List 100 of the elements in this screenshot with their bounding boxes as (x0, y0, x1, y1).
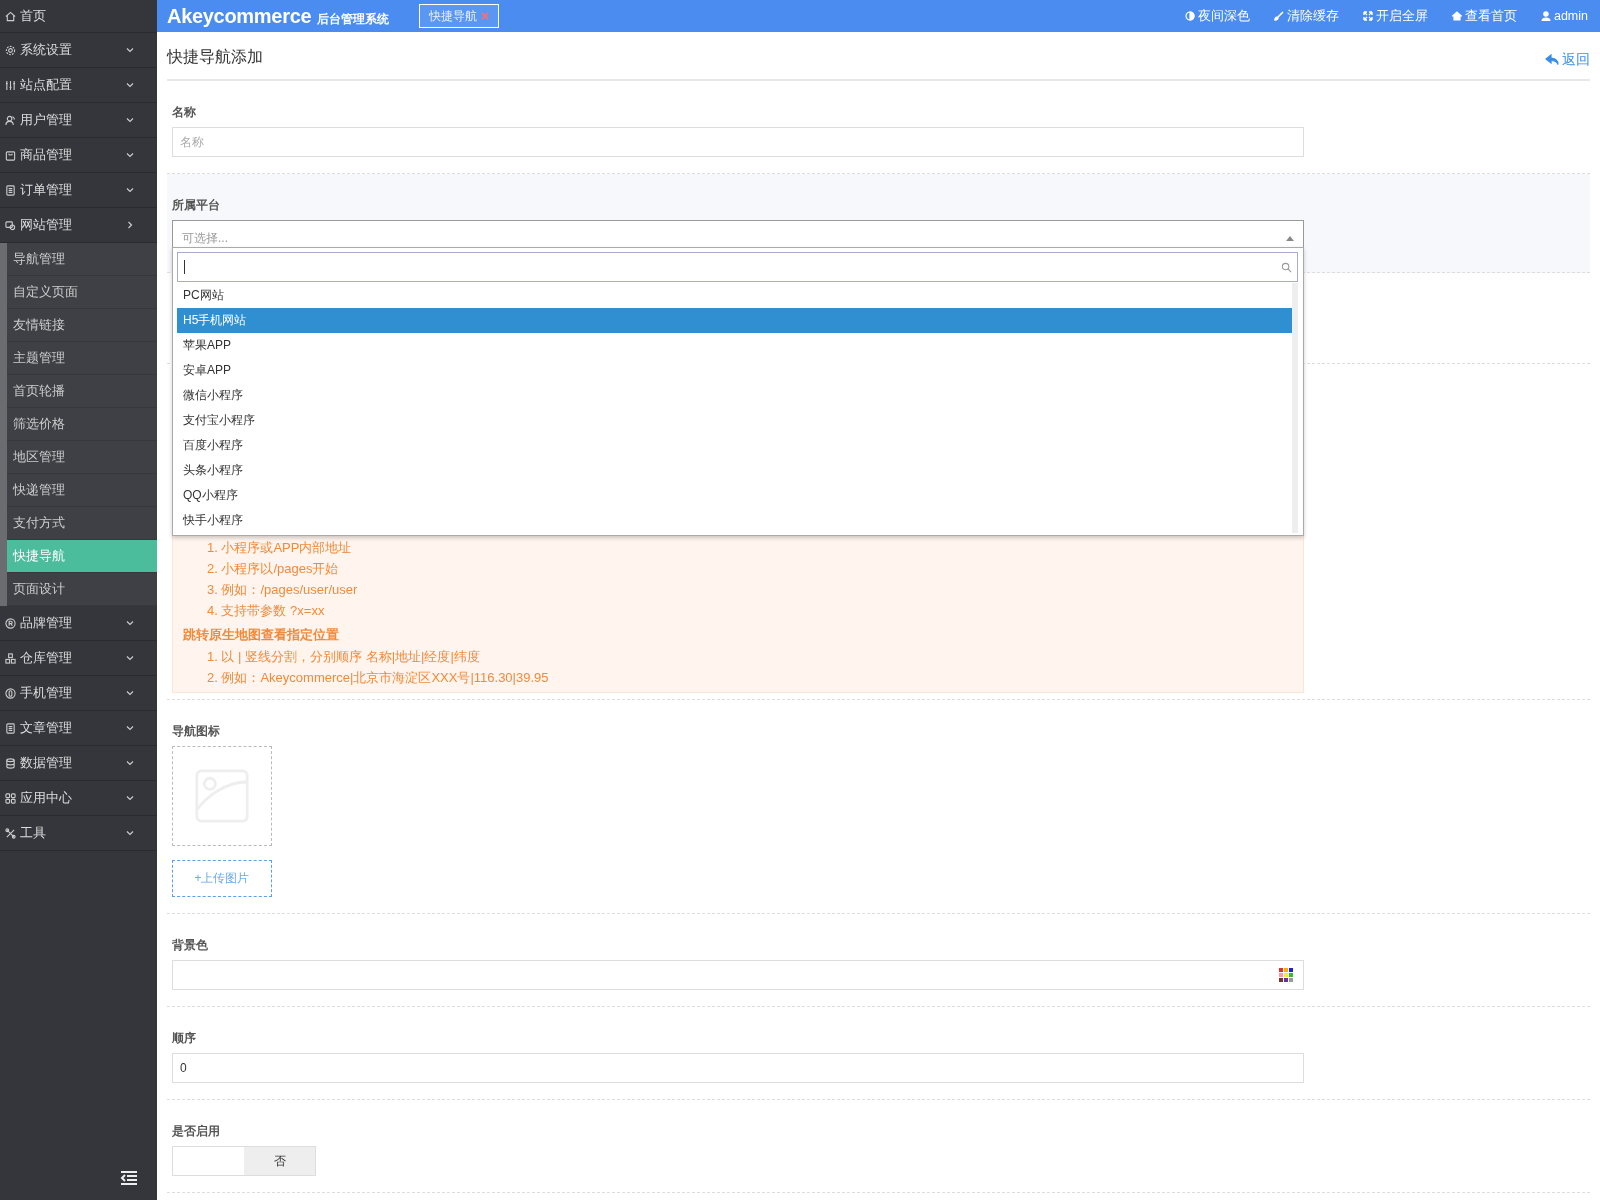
sidebar-group[interactable]: 用户管理 (0, 103, 157, 138)
color-palette-icon (1279, 968, 1293, 982)
input-field[interactable]: 0 (172, 1053, 1304, 1083)
user-icon (5, 114, 16, 126)
dropdown-search-field[interactable] (177, 252, 1298, 282)
chevron-down-icon (125, 723, 135, 733)
notes-item: 1. 以 | 竖线分割，分别顺序 名称|地址|经度|纬度 (206, 648, 481, 666)
sidebar-subitem[interactable]: 快递管理 (7, 474, 157, 507)
sidebar-group[interactable]: 订单管理 (0, 173, 157, 208)
field-label: 顺序 (172, 1030, 197, 1047)
dropdown-option[interactable]: 微信小程序 (177, 383, 1292, 408)
sidebar-group[interactable]: 应用中心 (0, 781, 157, 816)
notes-item: 2. 例如：Akeycommerce|北京市海淀区XXX号|116.30|39.95 (206, 669, 550, 687)
sidebar-label: 品牌管理 (20, 614, 73, 632)
tools-icon (5, 827, 16, 839)
chevron-down-icon (125, 618, 135, 628)
chevron-down-icon (125, 80, 135, 90)
chevron-down-icon (125, 688, 135, 698)
toggle-switch[interactable]: 否 (172, 1146, 316, 1176)
notes-item: 3. 例如：/pages/user/user (206, 581, 359, 599)
brand-name: Akeycommerce (167, 4, 312, 28)
search-icon (1281, 261, 1292, 273)
field-label: 导航图标 (172, 723, 221, 740)
dropdown-option[interactable]: QQ小程序 (177, 483, 1292, 508)
sidebar-subitem[interactable]: 支付方式 (7, 507, 157, 540)
text-cursor (184, 260, 185, 274)
sidebar-subitem[interactable]: 主题管理 (7, 342, 157, 375)
sidebar-subitem[interactable]: 友情链接 (7, 309, 157, 342)
page-title: 快捷导航添加 (167, 47, 263, 67)
brand-subtitle: 后台管理系统 (317, 10, 390, 28)
grid-icon (5, 792, 16, 804)
close-icon (481, 12, 490, 20)
sliders-icon (5, 79, 16, 91)
sidebar-group[interactable]: 仓库管理 (0, 641, 157, 676)
sidebar-label: 订单管理 (20, 181, 73, 199)
notes-item: 1. 小程序或APP内部地址 (206, 539, 353, 557)
chevron-down-icon (125, 828, 135, 838)
chevron-down-icon (125, 758, 135, 768)
reply-arrow-icon (1545, 53, 1559, 66)
home-icon (1451, 11, 1462, 21)
sidebar-subitem[interactable]: 筛选价格 (7, 408, 157, 441)
dropdown-option[interactable]: 安卓APP (177, 358, 1292, 383)
document-icon (5, 722, 16, 734)
sidebar-label: 应用中心 (20, 789, 73, 807)
sidebar-group[interactable]: 系统设置 (0, 33, 157, 68)
sidebar-label: 手机管理 (20, 684, 73, 702)
sidebar-label: 站点配置 (20, 76, 73, 94)
color-field[interactable] (172, 960, 1304, 990)
home-icon (5, 10, 16, 22)
gear-icon (5, 44, 16, 56)
half-circle-icon (1184, 11, 1195, 21)
dropdown-option[interactable]: 苹果APP (177, 333, 1292, 358)
sidebar-group[interactable]: 工具 (0, 816, 157, 851)
back-link[interactable]: 返回 (1545, 50, 1590, 69)
circle-icon (5, 687, 16, 699)
field-label: 背景色 (172, 937, 209, 954)
registered-icon (5, 617, 16, 629)
brush-icon (1273, 11, 1284, 21)
sidebar-label: 数据管理 (20, 754, 73, 772)
dropdown-option[interactable]: 支付宝小程序 (177, 408, 1292, 433)
notes-item: 2. 小程序以/pages开始 (206, 560, 340, 578)
chat-icon (5, 219, 16, 231)
notes-item: 4. 支持带参数 ?x=xx (206, 602, 326, 620)
chevron-down-icon (125, 150, 135, 160)
chevron-down-icon (125, 185, 135, 195)
sidebar-subitem[interactable]: 导航管理 (7, 243, 157, 276)
sidebar-label: 用户管理 (20, 111, 73, 129)
notes-heading: 跳转原生地图查看指定位置 (183, 626, 340, 644)
dropdown-option[interactable]: 快手小程序 (177, 508, 1292, 533)
sidebar-label: 文章管理 (20, 719, 73, 737)
collapse-menu-icon (119, 1170, 139, 1186)
user-icon (1540, 11, 1551, 21)
sidebar-group[interactable]: 文章管理 (0, 711, 157, 746)
bag-icon (5, 149, 16, 161)
chevron-down-icon (125, 115, 135, 125)
expand-icon (1362, 11, 1373, 21)
chevron-right-icon (125, 220, 135, 230)
sidebar-group[interactable]: 手机管理 (0, 676, 157, 711)
sidebar-subitem[interactable]: 自定义页面 (7, 276, 157, 309)
sidebar-label: 系统设置 (20, 41, 73, 59)
sidebar-group[interactable]: 品牌管理 (0, 606, 157, 641)
chevron-down-icon (125, 653, 135, 663)
dropdown-option[interactable]: H5手机网站 (177, 308, 1292, 333)
chevron-down-icon (125, 793, 135, 803)
dropdown-option[interactable]: 百度小程序 (177, 433, 1292, 458)
sidebar-label: 仓库管理 (20, 649, 73, 667)
sidebar-subitem[interactable]: 首页轮播 (7, 375, 157, 408)
sidebar-group[interactable]: 站点配置 (0, 68, 157, 103)
sidebar-label: 网站管理 (20, 216, 73, 234)
caret-up-icon (1286, 235, 1294, 241)
dropdown-option[interactable]: 头条小程序 (177, 458, 1292, 483)
input-field[interactable]: 名称 (172, 127, 1304, 157)
dropdown-option[interactable]: PC网站 (177, 283, 1292, 308)
sidebar-subitem[interactable]: 地区管理 (7, 441, 157, 474)
sidebar-subitem[interactable]: 页面设计 (7, 573, 157, 606)
sidebar-group[interactable]: 商品管理 (0, 138, 157, 173)
chevron-down-icon (125, 45, 135, 55)
sidebar-label: 商品管理 (20, 146, 73, 164)
field-label: 名称 (172, 104, 197, 121)
sidebar-group[interactable]: 数据管理 (0, 746, 157, 781)
